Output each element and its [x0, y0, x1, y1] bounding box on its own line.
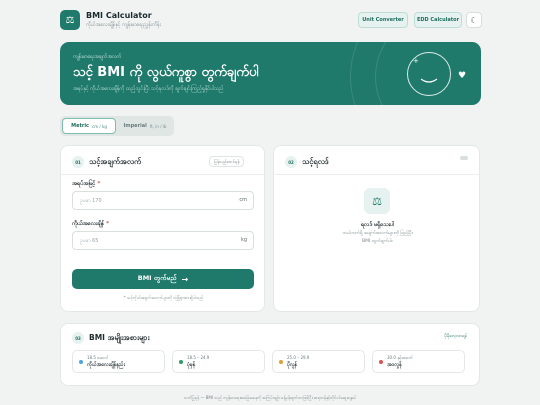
- hero-eyebrow: ကျန်းမာရေးအချက်အလက်: [73, 54, 122, 60]
- weight-input[interactable]: [73, 232, 223, 249]
- metric-label: Metric: [71, 123, 90, 129]
- result-empty-line-2: BMI တွက်ချက်ပါ။: [362, 239, 393, 244]
- category-range: 18.5 အောက်: [87, 355, 109, 360]
- weight-label: ကိုယ်အလေးချိန် *: [72, 220, 109, 228]
- edd-calculator-button[interactable]: EDD Calculator: [414, 12, 462, 28]
- calculate-bmi-button[interactable]: BMI တွက်မည် →: [72, 269, 254, 289]
- required-mark: *: [106, 221, 110, 227]
- unit-tab-imperial[interactable]: Imperial ft, in / lb: [118, 118, 172, 134]
- result-empty-line-1: ဘယ်ဘက်ရှိ အချက်အလက်များကို ဖြည့်ပြီး: [342, 231, 413, 236]
- height-label-text: အရပ်အမြင့်: [72, 181, 96, 187]
- category-obese: 30.0 နှင့်အထက် အဝလွန်: [372, 350, 465, 373]
- hero-banner: ကျန်းမာရေးအချက်အလက် သင့် BMI ကို လွယ်ကူစ…: [60, 42, 481, 105]
- plus-icon: +: [413, 57, 419, 65]
- top-bar: ⚖ BMI Calculator ကိုယ်အလေးချိန်နှင့် ကျန…: [60, 10, 482, 32]
- category-normal: 18.5 – 24.9 ပုံမှန်: [172, 350, 265, 373]
- app-title: BMI Calculator: [86, 11, 152, 20]
- height-field: cm: [72, 191, 254, 210]
- footer-note: သတိပြုရန် — BMI သည် ကျန်းမာရေးအခြေအနေကို…: [184, 395, 356, 400]
- step-badge: 02: [285, 156, 297, 168]
- collapse-toggle[interactable]: [460, 156, 468, 160]
- metric-units: cm / kg: [92, 123, 107, 129]
- height-label: အရပ်အမြင့် *: [72, 180, 100, 188]
- category-overweight: 25.0 – 29.9 ပိုလွန်: [272, 350, 365, 373]
- scale-icon: ⚖: [364, 188, 390, 214]
- weight-label-text: ကိုယ်အလေးချိန်: [72, 221, 105, 227]
- height-unit: cm: [239, 197, 247, 203]
- categories-card: 03 BMI အမျိုးအစားများ ပိုမိုလေ့လာရန် 18.…: [60, 323, 480, 386]
- reset-button[interactable]: ပြန်လည်စတင်ရန်: [209, 156, 245, 167]
- arrow-right-icon: →: [181, 274, 189, 284]
- privacy-note: * သင့်ကိုယ်အချက်အလက်များကို လုံခြုံစွာထာ…: [123, 295, 204, 300]
- result-card: 02 သင့်ရလဒ် ⚖ ရလဒ် မရှိသေးပါ ဘယ်ဘက်ရှိ အ…: [273, 145, 481, 312]
- heart-icon: ♥: [458, 71, 467, 81]
- category-underweight: 18.5 အောက် ကိုယ်အလေးချိန်နည်း: [72, 350, 165, 373]
- calculate-label: BMI တွက်မည်: [137, 274, 177, 282]
- category-range: 18.5 – 24.9: [187, 355, 210, 360]
- required-mark: *: [97, 181, 101, 187]
- divider: [274, 174, 481, 175]
- step-badge: 03: [72, 332, 84, 344]
- result-card-title: သင့်ရလဒ်: [302, 157, 329, 166]
- divider: [61, 174, 266, 175]
- moon-icon: ☾: [470, 15, 478, 25]
- input-card-title: သင့်အချက်အလက်: [89, 157, 142, 166]
- imperial-units: ft, in / lb: [149, 123, 167, 129]
- status-dot: [379, 360, 383, 364]
- weight-unit: kg: [240, 237, 247, 243]
- step-badge: 01: [72, 156, 84, 168]
- status-dot: [279, 360, 283, 364]
- category-name: ကိုယ်အလေးချိန်နည်း: [87, 362, 125, 368]
- hero-description: အရပ်နှင့် ကိုယ်အလေးချိန်ကို ထည့်သွင်းပြီ…: [73, 86, 224, 92]
- unit-converter-button[interactable]: Unit Converter: [358, 12, 408, 28]
- category-name: အဝလွန်: [387, 362, 402, 368]
- app-subtitle: ကိုယ်အလေးချိန်နှင့် ကျန်းမာရေးညွှန်းကိန်…: [86, 22, 161, 28]
- scale-icon: ⚖: [60, 10, 80, 30]
- unit-tab-metric[interactable]: Metric cm / kg: [62, 118, 116, 134]
- imperial-label: Imperial: [123, 123, 147, 129]
- height-input[interactable]: [73, 192, 223, 209]
- input-card: 01 သင့်အချက်အလက် ပြန်လည်စတင်ရန် အရပ်အမြင…: [60, 145, 266, 312]
- weight-field: kg: [72, 231, 254, 250]
- category-range: 25.0 – 29.9: [287, 355, 310, 360]
- category-name: ပိုလွန်: [287, 362, 298, 368]
- status-dot: [79, 360, 83, 364]
- categories-card-title: BMI အမျိုးအစားများ: [89, 333, 150, 342]
- category-name: ပုံမှန်: [187, 362, 196, 368]
- status-dot: [179, 360, 183, 364]
- unit-switch: Metric cm / kg Imperial ft, in / lb: [60, 116, 174, 136]
- result-empty-heading: ရလဒ် မရှိသေးပါ: [361, 222, 394, 228]
- hero-title: သင့် BMI ကို လွယ်ကူစွာ တွက်ချက်ပါ: [73, 65, 259, 80]
- category-range: 30.0 နှင့်အထက်: [387, 355, 413, 360]
- theme-toggle-button[interactable]: ☾: [466, 12, 482, 28]
- learn-more-link[interactable]: ပိုမိုလေ့လာရန်: [444, 334, 467, 340]
